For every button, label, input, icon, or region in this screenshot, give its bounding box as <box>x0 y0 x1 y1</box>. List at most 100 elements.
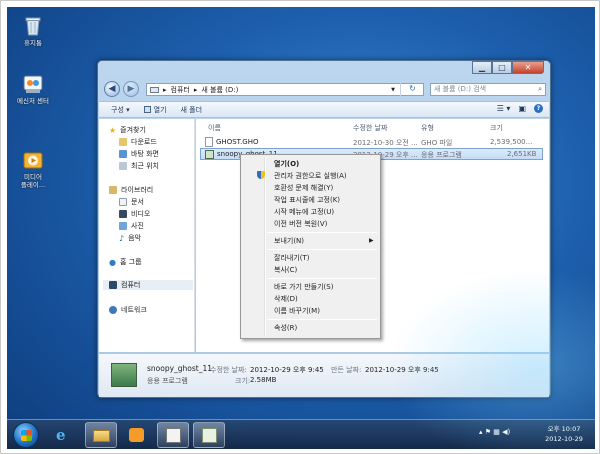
menu-item-pin-taskbar[interactable]: 작업 표시줄에 고정(K) <box>274 195 340 206</box>
messenger-center-desktop-icon[interactable]: 메신저 센터 <box>11 73 55 105</box>
system-tray[interactable]: ▴ ⚑ ▦ ◀) <box>479 428 510 436</box>
menu-item-cut[interactable]: 잘라내기(T) <box>274 253 310 264</box>
open-button[interactable]: 열기 <box>143 105 167 115</box>
close-button[interactable]: ✕ <box>512 61 544 74</box>
navigation-pane: ★ 즐겨찾기 다운로드 바탕 화면 최근 위치 라이브러리 문서 비디오 사진 … <box>99 119 195 352</box>
table-row[interactable]: GHOST.GHO 2012-10-30 오전 ... GHO 파일 2,539… <box>200 136 543 148</box>
refresh-button[interactable]: ↻ <box>400 83 424 96</box>
volume-icon[interactable]: ◀) <box>502 428 510 436</box>
nav-label: 최근 위치 <box>131 162 159 170</box>
desktop-icon-label: 미디어 플레이... <box>20 173 46 189</box>
library-icon <box>109 186 117 194</box>
breadcrumb-separator: ▸ <box>193 85 198 94</box>
back-button[interactable]: ◀ <box>104 81 120 97</box>
menu-item-copy[interactable]: 복사(C) <box>274 265 297 276</box>
internet-explorer-icon: e <box>56 426 66 444</box>
help-icon[interactable]: ? <box>534 104 543 113</box>
taskbar-internet-explorer[interactable]: e <box>49 422 81 448</box>
forward-button[interactable]: ▶ <box>123 81 139 97</box>
menu-item-restore-previous[interactable]: 이전 버전 복원(V) <box>274 219 327 230</box>
nav-label: 다운로드 <box>131 138 157 146</box>
downloads-folder-icon <box>119 138 127 146</box>
menu-item-properties[interactable]: 속성(R) <box>274 323 297 334</box>
desktop-icon-label: 메신저 센터 <box>17 97 49 105</box>
menu-item-rename[interactable]: 이름 바꾸기(M) <box>274 306 320 317</box>
back-arrow-icon: ◀ <box>108 84 116 94</box>
search-input[interactable]: 새 볼륨 (D:) 검색 ⌕ <box>430 83 546 96</box>
breadcrumb-computer[interactable]: 컴퓨터 <box>171 85 190 95</box>
file-icon <box>205 137 213 147</box>
media-player-icon <box>22 141 44 169</box>
menu-item-delete[interactable]: 삭제(D) <box>274 294 298 305</box>
address-input[interactable]: ▸ 컴퓨터 ▸ 새 볼륨 (D:) ▼ <box>146 83 424 96</box>
preview-pane-icon[interactable]: ▣ <box>518 104 526 113</box>
address-dropdown-icon[interactable]: ▼ <box>391 87 395 93</box>
paint-icon <box>166 428 181 443</box>
view-options-icon[interactable]: ☰ ▾ <box>497 104 511 113</box>
forward-arrow-icon: ▶ <box>127 84 135 94</box>
taskbar-app-2[interactable] <box>193 422 225 448</box>
nav-homegroup[interactable]: ● 홈 그룹 <box>109 257 142 267</box>
recycle-bin-desktop-icon[interactable]: 휴지통 <box>11 15 55 47</box>
column-header-modified[interactable]: 수정한 날짜 <box>353 123 387 133</box>
clock-time: 오후 10:07 <box>547 425 581 433</box>
taskbar-app-1[interactable] <box>157 422 189 448</box>
start-button[interactable] <box>13 422 39 448</box>
nav-videos[interactable]: 비디오 <box>119 209 150 219</box>
column-header-size[interactable]: 크기 <box>490 123 503 133</box>
nav-network[interactable]: 네트워크 <box>109 305 147 315</box>
menu-item-troubleshoot-compatibility[interactable]: 호환성 문제 해결(Y) <box>274 183 333 194</box>
nav-music[interactable]: ♪ 음악 <box>119 233 141 243</box>
taskbar: e ▴ ⚑ ▦ ◀) 오후 10:07 2012-10-29 <box>7 419 595 449</box>
new-folder-button[interactable]: 새 폴더 <box>181 105 203 115</box>
nav-libraries[interactable]: 라이브러리 <box>109 185 153 195</box>
menu-item-pin-start[interactable]: 시작 메뉴에 고정(U) <box>274 207 334 218</box>
details-application-icon <box>111 363 137 387</box>
details-pane: snoopy_ghost_11 응용 프로그램 수정한 날짜: 2012-10-… <box>99 353 549 397</box>
nav-favorites[interactable]: ★ 즐겨찾기 <box>109 125 146 135</box>
taskbar-media-player[interactable] <box>121 422 153 448</box>
organize-button[interactable]: 구성 ▾ <box>111 105 130 115</box>
file-size: 2,539,500... <box>490 138 533 146</box>
menu-item-open[interactable]: 열기(O) <box>274 159 299 170</box>
minimize-button[interactable]: ▁ <box>472 61 492 74</box>
details-file-type: 응용 프로그램 <box>147 377 188 385</box>
media-player-desktop-icon[interactable]: 미디어 플레이... <box>11 133 55 189</box>
nav-desktop[interactable]: 바탕 화면 <box>119 149 159 159</box>
nav-computer[interactable]: 컴퓨터 <box>103 280 193 290</box>
nav-recent[interactable]: 최근 위치 <box>119 161 159 171</box>
music-icon: ♪ <box>119 233 125 243</box>
recent-places-icon <box>119 162 127 170</box>
refresh-icon: ↻ <box>409 84 416 93</box>
minimize-icon: ▁ <box>478 63 486 72</box>
desktop-icon-label: 휴지통 <box>24 39 42 47</box>
command-bar: 구성 ▾ 열기 새 폴더 ☰ ▾ ▣ ? <box>99 101 549 118</box>
nav-pictures[interactable]: 사진 <box>119 221 144 231</box>
windows-logo-icon <box>21 430 32 441</box>
context-menu: 열기(O) 관리자 권한으로 실행(A) 호환성 문제 해결(Y) 작업 표시줄… <box>240 154 381 339</box>
nav-documents[interactable]: 문서 <box>119 197 144 207</box>
clock[interactable]: 오후 10:07 2012-10-29 <box>539 424 589 444</box>
tray-expand-icon[interactable]: ▴ <box>479 428 483 436</box>
taskbar-explorer[interactable] <box>85 422 117 448</box>
submenu-arrow-icon: ▶ <box>369 237 374 244</box>
menu-item-create-shortcut[interactable]: 바로 가기 만들기(S) <box>274 282 333 293</box>
network-tray-icon[interactable]: ▦ <box>493 428 500 436</box>
maximize-icon: □ <box>498 63 506 72</box>
breadcrumb-drive[interactable]: 새 볼륨 (D:) <box>201 85 238 95</box>
nav-label: 네트워크 <box>121 306 147 314</box>
nav-downloads[interactable]: 다운로드 <box>119 137 157 147</box>
nav-label: 음악 <box>128 234 141 242</box>
flag-icon[interactable]: ⚑ <box>485 428 491 436</box>
maximize-button[interactable]: □ <box>492 61 512 74</box>
details-created-label: 만든 날짜: <box>331 366 362 374</box>
breadcrumb-separator: ▸ <box>163 85 167 94</box>
menu-separator <box>267 319 377 320</box>
open-app-icon <box>143 106 151 113</box>
menu-item-send-to[interactable]: 보내기(N) <box>274 236 304 247</box>
column-header-type[interactable]: 유형 <box>421 123 434 133</box>
close-icon: ✕ <box>524 63 532 72</box>
menu-item-run-as-admin[interactable]: 관리자 권한으로 실행(A) <box>274 171 347 182</box>
messenger-icon <box>22 73 44 95</box>
column-header-name[interactable]: 이름 <box>208 123 221 133</box>
